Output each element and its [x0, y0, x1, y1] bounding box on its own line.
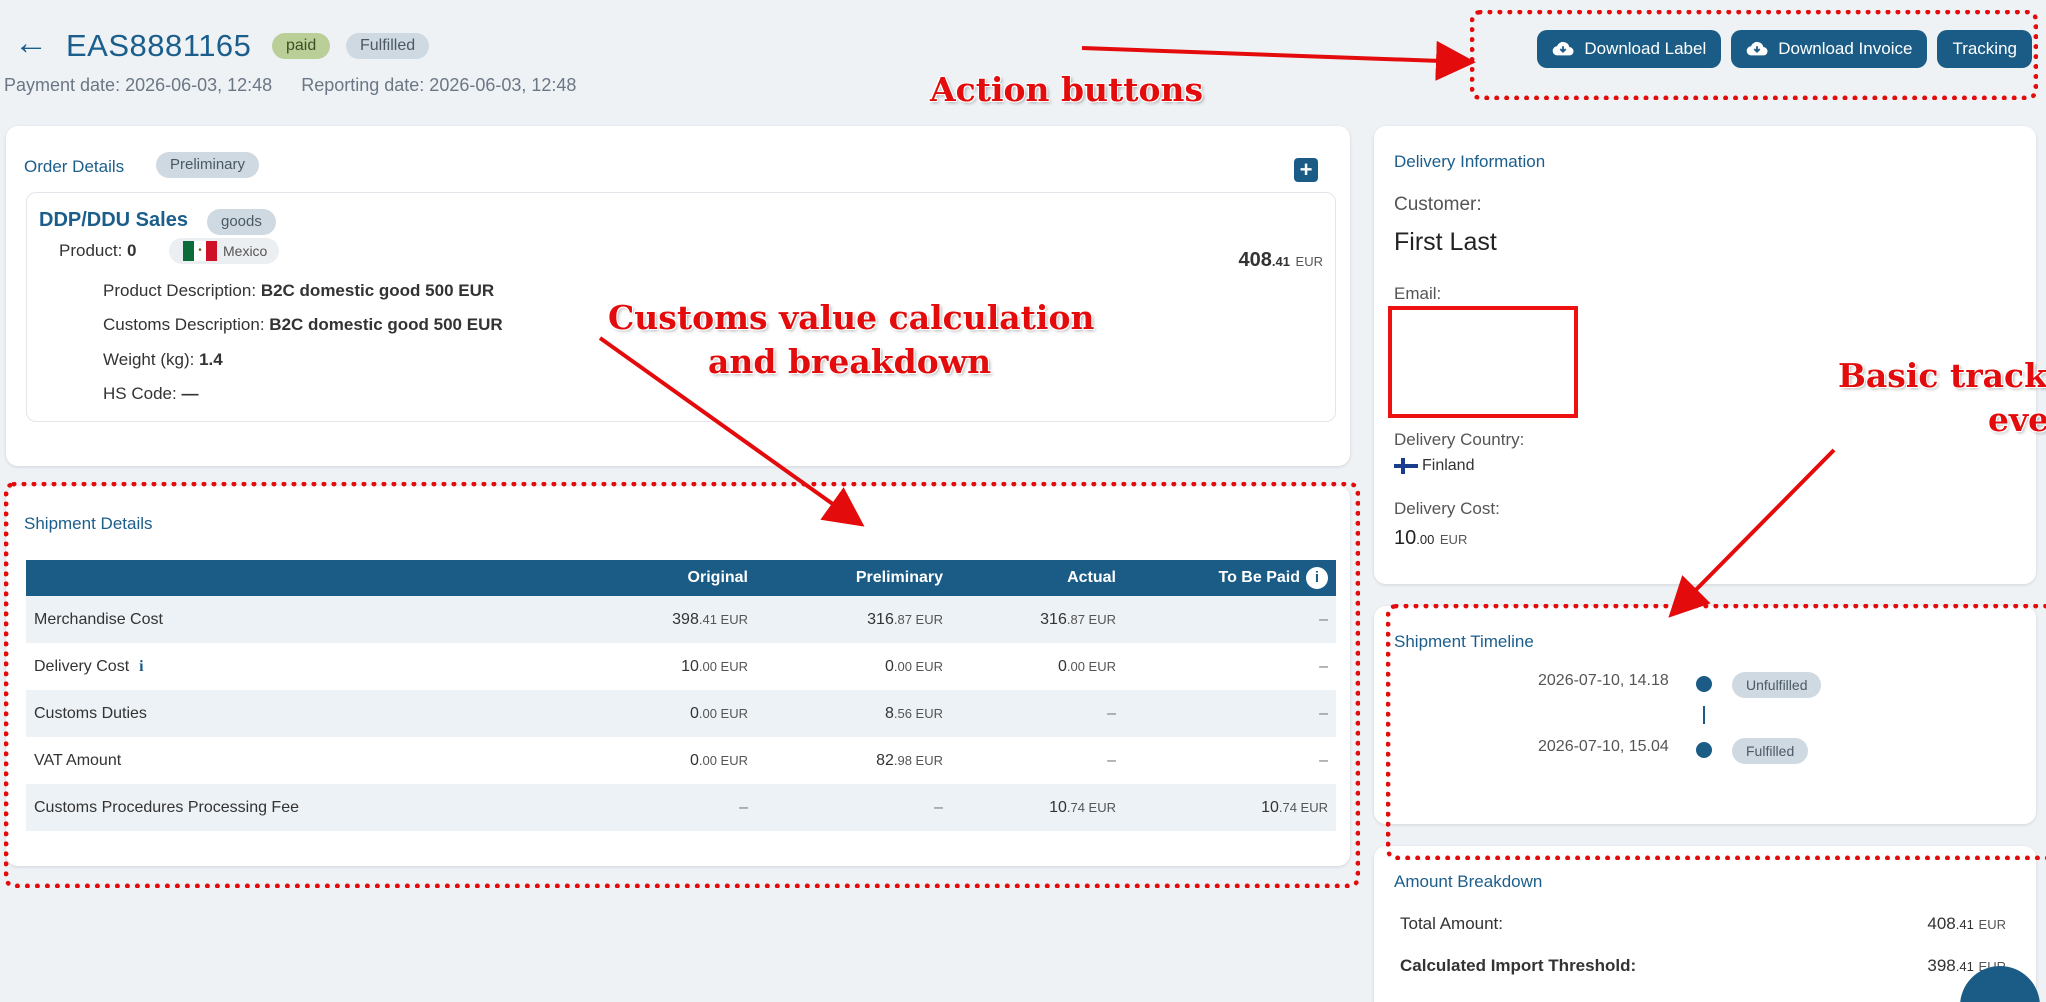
delivery-cost-dec: .00	[1416, 532, 1435, 547]
payment-date: Payment date: 2026-06-03, 12:48	[4, 75, 273, 95]
email-label: Email:	[1394, 284, 1442, 303]
annotation-tracking-line2: events	[1988, 400, 2046, 439]
annotation-box-shipment	[4, 482, 1360, 888]
status-badge-fulfilled: Fulfilled	[346, 33, 430, 59]
price-int: 408	[1238, 249, 1272, 271]
mexico-flag-icon: •	[183, 241, 217, 261]
annotation-box-timeline	[1386, 604, 2046, 860]
import-threshold-label: Calculated Import Threshold:	[1400, 956, 1637, 975]
product-index: 0	[127, 241, 137, 260]
delivery-country-name: Finland	[1422, 457, 1475, 474]
delivery-cost-int: 10	[1394, 527, 1417, 549]
weight-value: 1.4	[199, 350, 223, 369]
back-arrow-icon[interactable]: ←	[14, 26, 48, 60]
product-description-value: B2C domestic good 500 EUR	[260, 281, 495, 300]
hs-code-label: HS Code:	[103, 384, 177, 403]
status-badge-paid: paid	[272, 33, 331, 59]
delivery-cost-currency: EUR	[1439, 532, 1468, 547]
hs-code: HS Code: —	[103, 384, 198, 404]
total-amount-dec: .41	[1955, 917, 1974, 932]
hs-code-value: —	[181, 384, 199, 403]
product-price: 408.41 EUR	[1239, 249, 1323, 272]
customs-description-value: B2C domestic good 500 EUR	[269, 315, 503, 334]
customs-description: Customs Description: B2C domestic good 5…	[103, 315, 503, 335]
goods-badge: goods	[207, 209, 276, 235]
product-label: Product:	[59, 241, 123, 260]
import-threshold-row: Calculated Import Threshold: 398.41 EUR	[1400, 956, 2006, 976]
order-details-title: Order Details	[24, 157, 125, 176]
weight-label: Weight (kg):	[103, 350, 195, 369]
annotation-arrow	[1081, 40, 1476, 81]
import-threshold-int: 398	[1927, 956, 1956, 975]
amount-breakdown-title: Amount Breakdown	[1394, 872, 1543, 891]
reporting-date: Reporting date: 2026-06-03, 12:48	[301, 75, 577, 95]
amount-breakdown-card: Amount Breakdown Total Amount: 408.41 EU…	[1374, 846, 2036, 1002]
order-id: EAS8881165	[66, 28, 252, 63]
total-amount-currency: EUR	[1978, 917, 2006, 932]
order-dates: Payment date: 2026-06-03, 12:48 Reportin…	[4, 75, 576, 96]
annotation-box-actions	[1470, 10, 2038, 100]
delivery-information-title: Delivery Information	[1394, 152, 1546, 171]
product-description-label: Product Description:	[103, 281, 257, 300]
customer-label: Customer:	[1394, 194, 1482, 215]
delivery-country-label: Delivery Country:	[1394, 430, 1525, 449]
preliminary-badge: Preliminary	[156, 152, 260, 178]
annotation-customs-line2: and breakdown	[708, 342, 992, 381]
delivery-cost-value: 10.00 EUR	[1394, 527, 1467, 550]
country-name: Mexico	[223, 243, 268, 259]
country-chip: • Mexico	[169, 238, 280, 264]
annotation-tracking-line1: Basic tracking	[1838, 356, 2046, 395]
customer-name: First Last	[1394, 228, 1497, 256]
product-line: Product: 0	[59, 241, 137, 261]
delivery-country: Finland	[1394, 457, 1474, 475]
weight: Weight (kg): 1.4	[103, 350, 223, 370]
finland-flag-icon	[1394, 457, 1418, 474]
total-amount-value: 408.41 EUR	[1927, 914, 2006, 934]
price-dec: .41	[1271, 254, 1290, 269]
add-icon[interactable]: +	[1294, 158, 1318, 182]
annotation-action-buttons: Action buttons	[930, 70, 1204, 109]
total-amount-label: Total Amount:	[1400, 914, 1504, 933]
email-redacted-box	[1388, 306, 1578, 418]
customs-description-label: Customs Description:	[103, 315, 265, 334]
sale-title: DDP/DDU Sales	[39, 209, 188, 231]
price-currency: EUR	[1295, 254, 1323, 269]
import-threshold-dec: .41	[1955, 959, 1974, 974]
annotation-customs-line1: Customs value calculation	[608, 298, 1095, 337]
total-amount-int: 408	[1927, 914, 1956, 933]
total-amount-row: Total Amount: 408.41 EUR	[1400, 914, 2006, 934]
product-description: Product Description: B2C domestic good 5…	[103, 281, 494, 301]
delivery-cost-label: Delivery Cost:	[1394, 499, 1500, 518]
